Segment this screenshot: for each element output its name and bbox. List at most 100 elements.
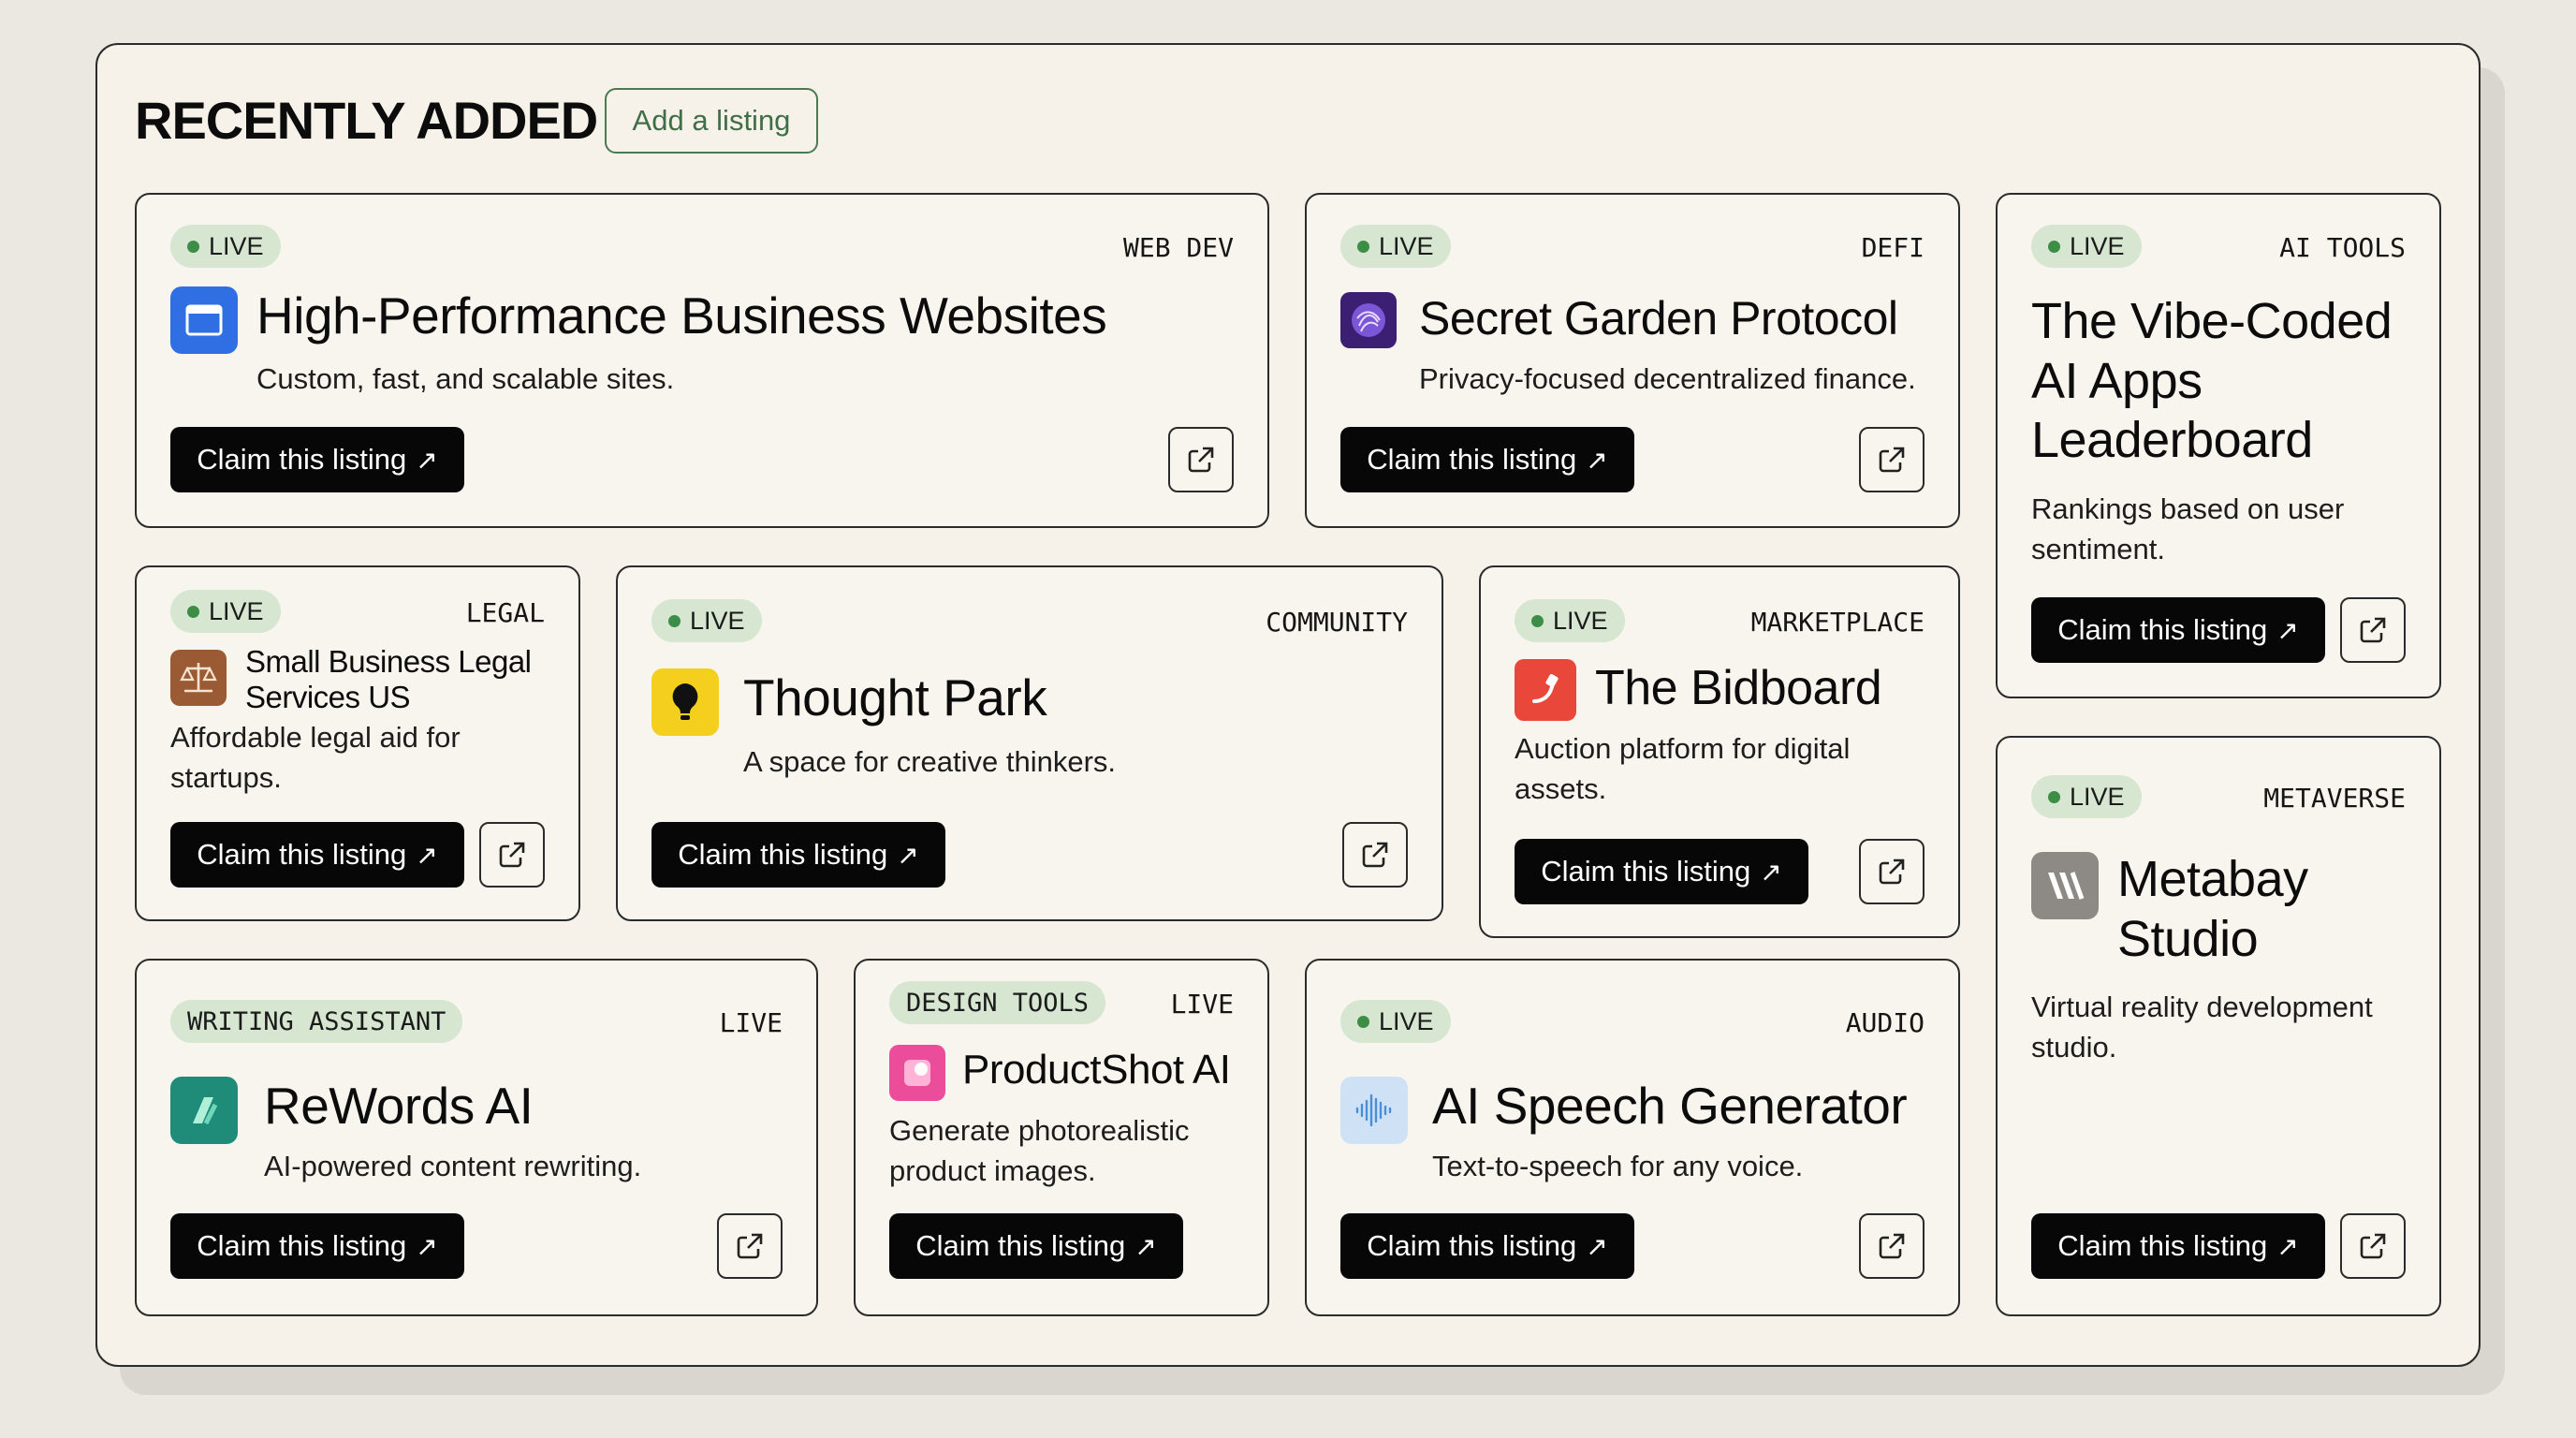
live-badge: LIVE — [1340, 225, 1451, 268]
claim-listing-button[interactable]: Claim this listing ↗ — [170, 427, 464, 492]
live-dot-icon — [187, 240, 199, 253]
live-badge: LIVE — [2031, 225, 2142, 268]
listing-card-business-websites: LIVE WEB DEV High-Performance Business W… — [135, 193, 1269, 528]
category-badge: DESIGN TOOLS — [889, 981, 1106, 1024]
external-link-icon — [1879, 1233, 1905, 1259]
listing-card-speech-generator: LIVE AUDIO AI Speech Generator Text-to-s… — [1305, 959, 1960, 1316]
category-label: MARKETPLACE — [1750, 607, 1925, 638]
listing-title[interactable]: Metabay Studio — [2117, 850, 2398, 969]
listing-description: Generate photorealistic product images. — [889, 1114, 1190, 1188]
live-dot-icon — [1357, 1015, 1369, 1028]
category-label: DEFI — [1861, 232, 1925, 263]
listing-card-bidboard: LIVE MARKETPLACE The Bidboard Auction pl… — [1479, 565, 1960, 938]
claim-listing-button[interactable]: Claim this listing ↗ — [170, 1213, 464, 1279]
live-badge: LIVE — [170, 225, 281, 268]
arrow-up-right-icon: ↗ — [1586, 1231, 1608, 1261]
live-badge: LIVE — [2031, 775, 2142, 818]
listing-description: Auction platform for digital assets. — [1515, 732, 1851, 806]
live-dot-icon — [2048, 240, 2060, 253]
external-link-icon — [1879, 447, 1905, 473]
category-label: METAVERSE — [2263, 783, 2406, 814]
listing-title[interactable]: AI Speech Generator — [1432, 1077, 1908, 1136]
lightbulb-icon — [651, 668, 719, 736]
external-link-icon — [1879, 858, 1905, 885]
arrow-up-right-icon: ↗ — [1586, 445, 1608, 475]
metabay-logo-icon — [2031, 852, 2099, 919]
external-link-icon — [2360, 1233, 2386, 1259]
live-badge: LIVE — [1340, 1000, 1451, 1043]
listing-card-productshot: DESIGN TOOLS LIVE ProductShot AI Generat… — [854, 959, 1269, 1316]
category-label: COMMUNITY — [1266, 607, 1408, 638]
listing-title[interactable]: Thought Park — [743, 668, 1047, 727]
section-title: RECENTLY ADDED — [135, 91, 598, 150]
arrow-up-right-icon: ↗ — [416, 1231, 438, 1261]
category-label: LEGAL — [465, 597, 545, 628]
live-dot-icon — [1357, 240, 1369, 253]
listing-card-vibe-leaderboard: LIVE AI TOOLS The Vibe-Coded AI Apps Lea… — [1996, 193, 2441, 698]
live-dot-icon — [1531, 614, 1544, 627]
live-badge: LIVE — [1515, 599, 1625, 642]
listing-title[interactable]: ReWords AI — [264, 1077, 534, 1136]
claim-listing-button[interactable]: Claim this listing ↗ — [1515, 839, 1808, 904]
status-label: LIVE — [719, 1007, 783, 1038]
live-dot-icon — [2048, 790, 2060, 803]
add-listing-button[interactable]: Add a listing — [605, 88, 818, 154]
bid-hammer-icon — [1515, 659, 1576, 721]
claim-listing-button[interactable]: Claim this listing ↗ — [2031, 1213, 2325, 1279]
listing-card-secret-garden: LIVE DEFI Secret Garden Protocol Privacy… — [1305, 193, 1960, 528]
external-link-icon — [499, 842, 525, 868]
listing-title[interactable]: Small Business Legal Services US — [245, 644, 545, 715]
listing-title[interactable]: The Vibe-Coded AI Apps Leaderboard — [2031, 292, 2424, 471]
arrow-up-right-icon: ↗ — [897, 840, 919, 870]
listing-description: Text-to-speech for any voice. — [1432, 1150, 1804, 1182]
external-link-icon — [1362, 842, 1388, 868]
soundwave-icon — [1340, 1077, 1408, 1144]
open-external-button[interactable] — [2340, 597, 2406, 663]
arrow-up-right-icon: ↗ — [1760, 857, 1782, 887]
live-badge: LIVE — [170, 590, 281, 633]
listing-card-legal-services: LIVE LEGAL Small Business Legal Services… — [135, 565, 580, 921]
listing-title[interactable]: ProductShot AI — [962, 1047, 1231, 1094]
claim-listing-button[interactable]: Claim this listing ↗ — [1340, 427, 1634, 492]
listing-description: A space for creative thinkers. — [743, 745, 1117, 778]
quill-icon — [170, 1077, 238, 1144]
claim-listing-button[interactable]: Claim this listing ↗ — [651, 822, 945, 888]
claim-listing-button[interactable]: Claim this listing ↗ — [889, 1213, 1183, 1279]
listing-description: Virtual reality development studio. — [2031, 990, 2373, 1064]
category-label: AUDIO — [1845, 1007, 1925, 1038]
live-badge: LIVE — [651, 599, 762, 642]
swirl-orb-icon — [1340, 292, 1397, 348]
category-label: WEB DEV — [1122, 232, 1234, 263]
open-external-button[interactable] — [1342, 822, 1408, 888]
browser-window-icon — [170, 286, 238, 354]
open-external-button[interactable] — [479, 822, 545, 888]
live-dot-icon — [668, 614, 681, 627]
listing-title[interactable]: High-Performance Business Websites — [256, 286, 1107, 345]
claim-listing-button[interactable]: Claim this listing ↗ — [1340, 1213, 1634, 1279]
arrow-up-right-icon: ↗ — [2276, 1231, 2299, 1261]
listing-description: AI-powered content rewriting. — [264, 1150, 642, 1182]
listing-title[interactable]: The Bidboard — [1595, 661, 1882, 717]
scales-icon — [170, 650, 227, 706]
open-external-button[interactable] — [2340, 1213, 2406, 1279]
status-label: LIVE — [1170, 989, 1234, 1020]
external-link-icon — [737, 1233, 763, 1259]
open-external-button[interactable] — [1859, 1213, 1925, 1279]
listing-description: Custom, fast, and scalable sites. — [256, 362, 675, 395]
open-external-button[interactable] — [1859, 427, 1925, 492]
listing-description: Affordable legal aid for startups. — [170, 721, 461, 795]
arrow-up-right-icon: ↗ — [2276, 615, 2299, 645]
listing-card-rewords: WRITING ASSISTANT LIVE ReWords AI AI-pow… — [135, 959, 818, 1316]
category-label: AI TOOLS — [2279, 232, 2406, 263]
listing-title[interactable]: Secret Garden Protocol — [1419, 292, 1898, 346]
listing-description: Rankings based on user sentiment. — [2031, 492, 2345, 566]
live-dot-icon — [187, 605, 199, 618]
category-badge: WRITING ASSISTANT — [170, 1000, 463, 1043]
listing-card-metabay: LIVE METAVERSE Metabay Studio Virtual re… — [1996, 736, 2441, 1316]
claim-listing-button[interactable]: Claim this listing ↗ — [170, 822, 464, 888]
arrow-up-right-icon: ↗ — [416, 445, 438, 475]
open-external-button[interactable] — [717, 1213, 783, 1279]
open-external-button[interactable] — [1859, 839, 1925, 904]
claim-listing-button[interactable]: Claim this listing ↗ — [2031, 597, 2325, 663]
open-external-button[interactable] — [1168, 427, 1234, 492]
